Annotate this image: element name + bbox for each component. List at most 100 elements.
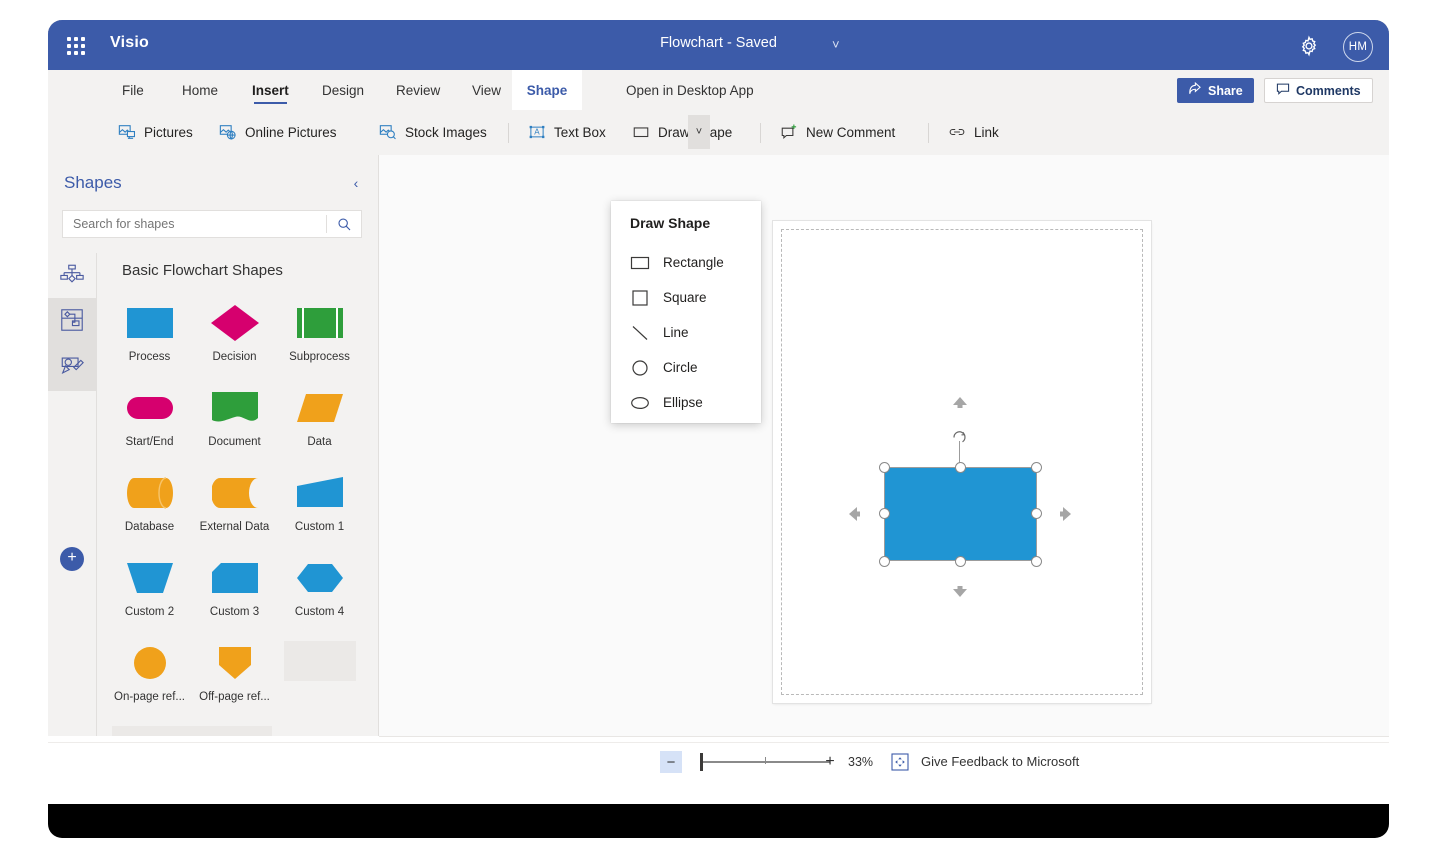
tab-design[interactable]: Design xyxy=(310,70,376,110)
menu-item-rectangle[interactable]: Rectangle xyxy=(611,245,761,280)
new-comment-icon xyxy=(780,123,798,141)
title-bar: Visio Flowchart - Saved ˅ HM xyxy=(48,20,1389,70)
shape-item-on-page-reference[interactable]: On-page ref... xyxy=(107,635,192,720)
shape-item-database[interactable]: Database xyxy=(107,465,192,550)
document-title[interactable]: Flowchart - Saved xyxy=(660,35,777,51)
shape-label: External Data xyxy=(200,521,270,533)
draw-shape-menu-title: Draw Shape xyxy=(630,215,710,231)
comments-button[interactable]: Comments xyxy=(1264,78,1373,103)
shape-item-process[interactable]: Process xyxy=(107,295,192,380)
stencil-rail-item-basic-flowchart[interactable] xyxy=(48,298,96,346)
draw-shape-button[interactable]: Draw Shape xyxy=(624,115,740,149)
stock-images-button[interactable]: Stock Images xyxy=(371,115,495,149)
org-chart-stencil-icon xyxy=(59,262,85,293)
shape-item-start-end[interactable]: Start/End xyxy=(107,380,192,465)
divider xyxy=(508,123,509,143)
text-box-button[interactable]: A Text Box xyxy=(520,115,614,149)
resize-handle-nw[interactable] xyxy=(879,462,890,473)
resize-handle-e[interactable] xyxy=(1031,508,1042,519)
drawing-canvas[interactable] xyxy=(379,155,1389,736)
resize-handle-n[interactable] xyxy=(955,462,966,473)
shape-item-custom-4[interactable]: Custom 4 xyxy=(277,550,362,635)
search-shapes-box[interactable] xyxy=(62,210,362,238)
autoconnect-arrow-up[interactable] xyxy=(951,395,969,413)
shape-item-data[interactable]: Data xyxy=(277,380,362,465)
zoom-slider-tick xyxy=(765,757,766,764)
shape-item-off-page-reference[interactable]: Off-page ref... xyxy=(192,635,277,720)
shape-item-subprocess[interactable]: Subprocess xyxy=(277,295,362,380)
online-pictures-button[interactable]: Online Pictures xyxy=(211,115,345,149)
autoconnect-arrow-right[interactable] xyxy=(1055,505,1073,523)
resize-handle-ne[interactable] xyxy=(1031,462,1042,473)
chevron-down-icon[interactable]: ˅ xyxy=(832,37,840,52)
menu-item-circle[interactable]: Circle xyxy=(611,350,761,385)
zoom-level-label[interactable]: 33% xyxy=(848,755,873,769)
tab-insert[interactable]: Insert xyxy=(240,70,301,110)
stock-images-label: Stock Images xyxy=(405,125,487,140)
menu-item-square[interactable]: Square xyxy=(611,280,761,315)
share-label: Share xyxy=(1208,84,1243,98)
open-in-desktop-app-button[interactable]: Open in Desktop App xyxy=(626,70,754,110)
selected-shape[interactable] xyxy=(884,467,1037,561)
text-box-label: Text Box xyxy=(554,125,606,140)
gear-icon[interactable] xyxy=(1298,35,1320,57)
stencil-rail-item-org-chart[interactable] xyxy=(48,253,96,301)
menu-item-ellipse[interactable]: Ellipse xyxy=(611,385,761,420)
menu-item-line[interactable]: Line xyxy=(611,315,761,350)
shape-label: Database xyxy=(125,521,174,533)
resize-handle-s[interactable] xyxy=(955,556,966,567)
shape-item-document[interactable]: Document xyxy=(192,380,277,465)
resize-handle-w[interactable] xyxy=(879,508,890,519)
zoom-out-button[interactable]: − xyxy=(660,751,682,773)
shape-item-custom-2[interactable]: Custom 2 xyxy=(107,550,192,635)
menu-item-label: Line xyxy=(663,325,689,340)
autoconnect-arrow-down[interactable] xyxy=(951,581,969,599)
rotate-icon[interactable] xyxy=(951,429,968,446)
add-stencil-button[interactable]: + xyxy=(60,547,84,571)
resize-handle-sw[interactable] xyxy=(879,556,890,567)
resize-handle-se[interactable] xyxy=(1031,556,1042,567)
custom-2-shape-icon xyxy=(127,550,173,606)
zoom-slider-handle[interactable] xyxy=(700,753,703,771)
menu-item-label: Rectangle xyxy=(663,255,724,270)
square-icon xyxy=(630,288,650,308)
shape-item-decision[interactable]: Decision xyxy=(192,295,277,380)
tab-home[interactable]: Home xyxy=(170,70,230,110)
link-button[interactable]: Link xyxy=(940,115,1007,149)
search-input[interactable] xyxy=(63,210,326,238)
document-shape-icon xyxy=(212,380,258,436)
fit-page-icon[interactable] xyxy=(891,753,909,771)
zoom-in-button[interactable]: + xyxy=(820,752,840,772)
shape-label: Custom 1 xyxy=(295,521,344,533)
shape-item-placeholder xyxy=(277,635,362,679)
tab-view[interactable]: View xyxy=(460,70,513,110)
new-comment-button[interactable]: New Comment xyxy=(772,115,903,149)
data-shape-icon xyxy=(297,380,343,436)
device-frame: Visio Flowchart - Saved ˅ HM File Home I… xyxy=(48,20,1389,838)
pictures-button[interactable]: Pictures xyxy=(110,115,201,149)
circle-icon xyxy=(630,358,650,378)
basic-flowchart-stencil-icon xyxy=(59,307,85,338)
shape-item-external-data[interactable]: External Data xyxy=(192,465,277,550)
shape-item-custom-3[interactable]: Custom 3 xyxy=(192,550,277,635)
draw-shape-icon xyxy=(632,123,650,141)
tab-review[interactable]: Review xyxy=(384,70,452,110)
search-icon[interactable] xyxy=(327,211,361,237)
collapse-panel-icon[interactable]: ‹ xyxy=(348,175,364,191)
share-button[interactable]: Share xyxy=(1177,78,1254,103)
app-launcher-icon[interactable] xyxy=(66,36,86,56)
ribbon-tab-strip: File Home Insert Design Review View Shap… xyxy=(48,70,1389,111)
give-feedback-link[interactable]: Give Feedback to Microsoft xyxy=(921,754,1079,769)
avatar[interactable]: HM xyxy=(1343,32,1373,62)
shape-item-custom-1[interactable]: Custom 1 xyxy=(277,465,362,550)
shape-label: Decision xyxy=(212,351,256,363)
tab-shape[interactable]: Shape xyxy=(512,70,582,110)
draw-shape-caret-icon[interactable]: ˅ xyxy=(688,115,710,149)
stencil-rail-item-drawing-tools[interactable] xyxy=(48,343,96,391)
divider xyxy=(760,123,761,143)
autoconnect-arrow-left[interactable] xyxy=(847,505,865,523)
menu-item-label: Square xyxy=(663,290,707,305)
on-page-reference-shape-icon xyxy=(133,635,167,691)
tab-file[interactable]: File xyxy=(110,70,156,110)
app-name[interactable]: Visio xyxy=(110,34,149,52)
